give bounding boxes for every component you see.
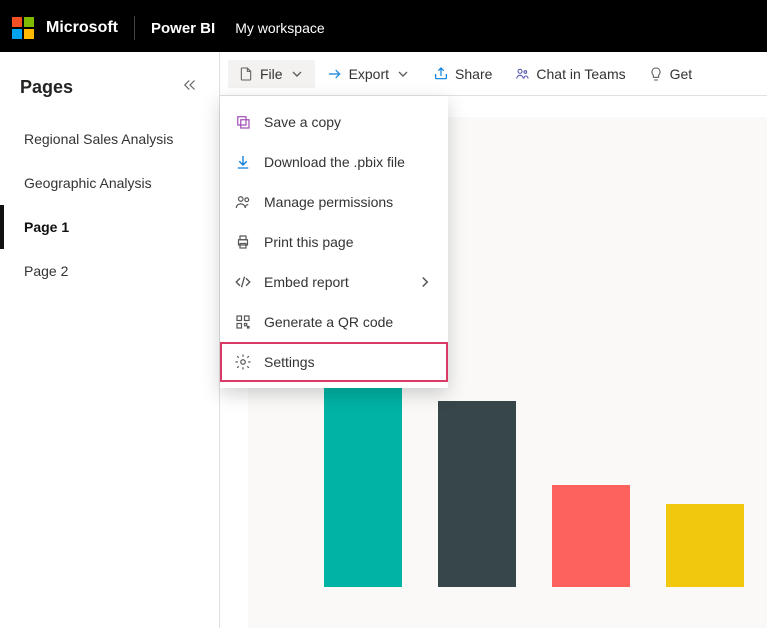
main-content: File Export Share: [220, 52, 767, 628]
download-pbix-item[interactable]: Download the .pbix file: [220, 142, 448, 182]
file-label: File: [260, 66, 283, 82]
top-nav: Microsoft Power BI My workspace: [0, 4, 767, 52]
get-label: Get: [670, 66, 693, 82]
export-label: Export: [349, 66, 389, 82]
page-item[interactable]: Geographic Analysis: [0, 161, 219, 205]
chart-bar[interactable]: [438, 401, 516, 587]
embed-label: Embed report: [264, 274, 349, 290]
download-label: Download the .pbix file: [264, 154, 405, 170]
embed-report-item[interactable]: Embed report: [220, 262, 448, 302]
save-copy-icon: [234, 113, 252, 131]
manage-permissions-item[interactable]: Manage permissions: [220, 182, 448, 222]
microsoft-label: Microsoft: [46, 19, 118, 37]
export-menu-button[interactable]: Export: [317, 60, 421, 88]
file-dropdown: Save a copy Download the .pbix file Mana…: [220, 96, 448, 388]
command-bar: File Export Share: [220, 52, 767, 96]
export-icon: [327, 66, 343, 82]
save-copy-item[interactable]: Save a copy: [220, 102, 448, 142]
pages-title: Pages: [20, 77, 73, 98]
permissions-label: Manage permissions: [264, 194, 393, 210]
chat-teams-button[interactable]: Chat in Teams: [504, 60, 635, 88]
chevron-down-icon: [395, 66, 411, 82]
gear-icon: [234, 353, 252, 371]
people-icon: [234, 193, 252, 211]
file-menu-button[interactable]: File: [228, 60, 315, 88]
share-button[interactable]: Share: [423, 60, 502, 88]
workspace-name[interactable]: My workspace: [235, 20, 324, 36]
qr-icon: [234, 313, 252, 331]
print-page-item[interactable]: Print this page: [220, 222, 448, 262]
settings-label: Settings: [264, 354, 315, 370]
chevron-down-icon: [289, 66, 305, 82]
chevron-left-double-icon[interactable]: [181, 76, 199, 99]
settings-item[interactable]: Settings: [220, 342, 448, 382]
chart-bar[interactable]: [552, 485, 630, 587]
chart-bar[interactable]: [666, 504, 744, 587]
product-name[interactable]: Power BI: [151, 20, 215, 37]
teams-icon: [514, 66, 530, 82]
get-insights-button[interactable]: Get: [638, 60, 703, 88]
qr-label: Generate a QR code: [264, 314, 393, 330]
share-icon: [433, 66, 449, 82]
page-item[interactable]: Page 2: [0, 249, 219, 293]
pages-sidebar: Pages Regional Sales AnalysisGeographic …: [0, 52, 220, 628]
page-item[interactable]: Regional Sales Analysis: [0, 117, 219, 161]
share-label: Share: [455, 66, 492, 82]
file-icon: [238, 66, 254, 82]
print-icon: [234, 233, 252, 251]
lightbulb-icon: [648, 66, 664, 82]
chat-label: Chat in Teams: [536, 66, 625, 82]
chevron-right-icon: [416, 273, 434, 291]
microsoft-logo-icon: [12, 17, 34, 39]
code-icon: [234, 273, 252, 291]
download-icon: [234, 153, 252, 171]
print-label: Print this page: [264, 234, 354, 250]
divider: [134, 16, 135, 40]
save-copy-label: Save a copy: [264, 114, 341, 130]
generate-qr-item[interactable]: Generate a QR code: [220, 302, 448, 342]
page-item[interactable]: Page 1: [0, 205, 219, 249]
